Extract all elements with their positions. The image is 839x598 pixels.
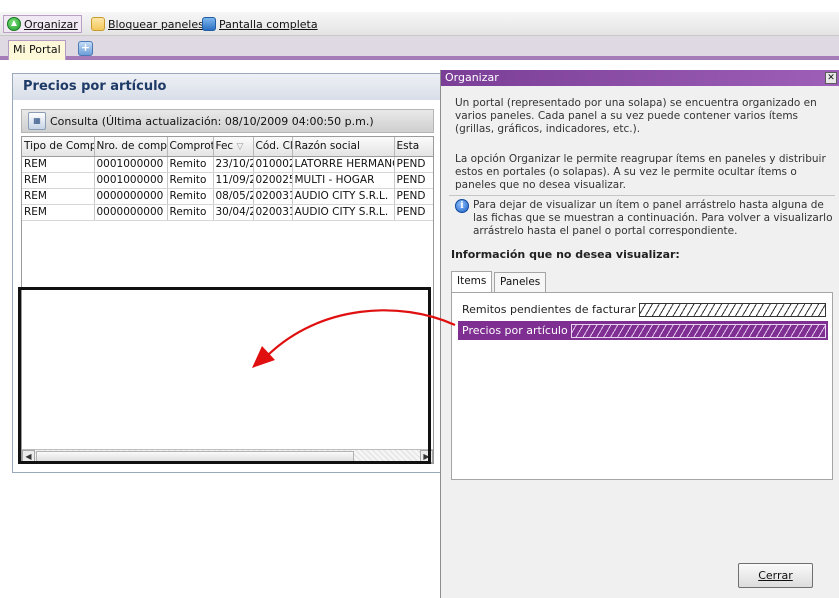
table-cell: 0000000000 bbox=[94, 188, 168, 205]
column-header[interactable]: Razón social bbox=[292, 137, 395, 157]
table-cell: AUDIO CITY S.R.L. bbox=[292, 188, 395, 205]
query-icon[interactable]: ▦ bbox=[28, 112, 46, 130]
close-icon[interactable]: ✕ bbox=[825, 72, 837, 84]
table-row[interactable]: REM 0000000000 Remito 30/04/2 020031 AUD… bbox=[22, 204, 433, 221]
grid-header-row: Tipo de Comp Nro. de comp Comprot Fec ▽ … bbox=[22, 137, 433, 157]
sort-down-icon: ▽ bbox=[236, 142, 244, 153]
tab-paneles[interactable]: Paneles bbox=[494, 272, 547, 292]
column-header[interactable]: Esta bbox=[394, 137, 433, 157]
info-text: Para dejar de visualizar un ítem o panel… bbox=[473, 199, 833, 237]
portal-tabstrip: Mi Portal + bbox=[0, 36, 839, 60]
query-bar: ▦ Consulta (Última actualización: 08/10/… bbox=[21, 109, 434, 133]
drag-handle[interactable] bbox=[570, 323, 826, 338]
info-icon: i bbox=[455, 199, 469, 213]
tab-items[interactable]: Items bbox=[451, 271, 493, 293]
table-cell: REM bbox=[22, 188, 95, 205]
column-header[interactable]: Tipo de Comp bbox=[22, 137, 95, 157]
close-button[interactable]: Cerrar bbox=[738, 563, 813, 588]
table-cell: 0001000000 bbox=[94, 172, 168, 189]
lock-panels-label: Bloquear paneles bbox=[108, 17, 204, 31]
dialog-title: Organizar ✕ bbox=[441, 70, 839, 86]
table-cell: Remito bbox=[167, 204, 214, 221]
fullscreen-icon bbox=[202, 17, 216, 31]
query-label: Consulta (Última actualización: 08/10/20… bbox=[50, 114, 374, 128]
tab-mi-portal[interactable]: Mi Portal bbox=[8, 40, 66, 60]
dialog-paragraph-2: La opción Organizar le permite reagrupar… bbox=[455, 153, 826, 191]
fullscreen-label: Pantalla completa bbox=[219, 17, 318, 31]
table-cell: AUDIO CITY S.R.L. bbox=[292, 204, 395, 221]
data-grid: Tipo de Comp Nro. de comp Comprot Fec ▽ … bbox=[21, 136, 434, 464]
table-cell: REM bbox=[22, 156, 95, 173]
fullscreen-button[interactable]: Pantalla completa bbox=[199, 15, 321, 33]
scroll-thumb[interactable] bbox=[36, 451, 354, 462]
column-header[interactable]: Cód. Cli bbox=[253, 137, 293, 157]
table-cell: 11/09/2 bbox=[213, 172, 254, 189]
list-item-label: Precios por artículo bbox=[462, 324, 568, 337]
dialog-paragraph-1: Un portal (representado por una solapa) … bbox=[455, 97, 817, 135]
table-cell: Remito bbox=[167, 188, 214, 205]
list-item-label: Remitos pendientes de facturar bbox=[462, 303, 636, 316]
table-cell: PEND bbox=[394, 204, 433, 221]
column-header-date[interactable]: Fec ▽ bbox=[213, 137, 254, 157]
lock-panels-button[interactable]: Bloquear paneles bbox=[88, 15, 207, 33]
list-item-selected[interactable]: Precios por artículo bbox=[458, 321, 828, 340]
table-row[interactable]: REM 0001000000 Remito 23/10/2 010002 LAT… bbox=[22, 156, 433, 173]
table-cell: REM bbox=[22, 204, 95, 221]
lock-panels-icon bbox=[91, 17, 105, 31]
add-tab-icon[interactable]: + bbox=[78, 41, 93, 56]
table-row[interactable]: REM 0001000000 Remito 11/09/2 020025 MUL… bbox=[22, 172, 433, 189]
hidden-items-list: Remitos pendientes de facturar Precios p… bbox=[451, 292, 833, 480]
divider bbox=[449, 195, 835, 196]
table-cell: Remito bbox=[167, 172, 214, 189]
main-toolbar: Organizar Bloquear paneles Pantalla comp… bbox=[0, 12, 839, 36]
table-cell: MULTI - HOGAR bbox=[292, 172, 395, 189]
prices-panel: Precios por artículo ▦ Consulta (Última … bbox=[12, 73, 442, 473]
organize-label: Organizar bbox=[24, 17, 78, 31]
column-header-label: Fec bbox=[215, 140, 234, 153]
table-cell: 020031 bbox=[253, 204, 293, 221]
table-cell: 08/05/2 bbox=[213, 188, 254, 205]
table-row[interactable]: REM 0000000000 Remito 08/05/2 020031 AUD… bbox=[22, 188, 433, 205]
drag-handle[interactable] bbox=[638, 302, 826, 317]
dialog-title-label: Organizar bbox=[445, 71, 499, 84]
scroll-right-icon[interactable]: ▶ bbox=[420, 450, 433, 463]
close-button-label: Cerrar bbox=[758, 569, 793, 582]
table-cell: 30/04/2 bbox=[213, 204, 254, 221]
table-cell: LATORRE HERMANO bbox=[292, 156, 395, 173]
organize-dialog: Organizar ✕ Un portal (representado por … bbox=[440, 70, 839, 598]
scroll-left-icon[interactable]: ◀ bbox=[22, 450, 35, 463]
table-cell: Remito bbox=[167, 156, 214, 173]
table-cell: 010002 bbox=[253, 156, 293, 173]
panel-title: Precios por artículo bbox=[13, 74, 441, 100]
table-cell: 0001000000 bbox=[94, 156, 168, 173]
info-note: i Para dejar de visualizar un ítem o pan… bbox=[455, 199, 835, 238]
list-item[interactable]: Remitos pendientes de facturar bbox=[458, 300, 828, 319]
table-cell: 23/10/2 bbox=[213, 156, 254, 173]
table-cell: PEND bbox=[394, 188, 433, 205]
table-cell: REM bbox=[22, 172, 95, 189]
organize-button[interactable]: Organizar bbox=[3, 15, 82, 33]
column-header[interactable]: Nro. de comp bbox=[94, 137, 168, 157]
table-cell: 020025 bbox=[253, 172, 293, 189]
table-cell: PEND bbox=[394, 156, 433, 173]
table-cell: 020031 bbox=[253, 188, 293, 205]
table-cell: 0000000000 bbox=[94, 204, 168, 221]
horizontal-scrollbar[interactable]: ◀ ▶ bbox=[22, 449, 433, 463]
hidden-info-heading: Información que no desea visualizar: bbox=[451, 248, 680, 261]
column-header[interactable]: Comprot bbox=[167, 137, 214, 157]
table-cell: PEND bbox=[394, 172, 433, 189]
organize-icon bbox=[7, 17, 21, 31]
